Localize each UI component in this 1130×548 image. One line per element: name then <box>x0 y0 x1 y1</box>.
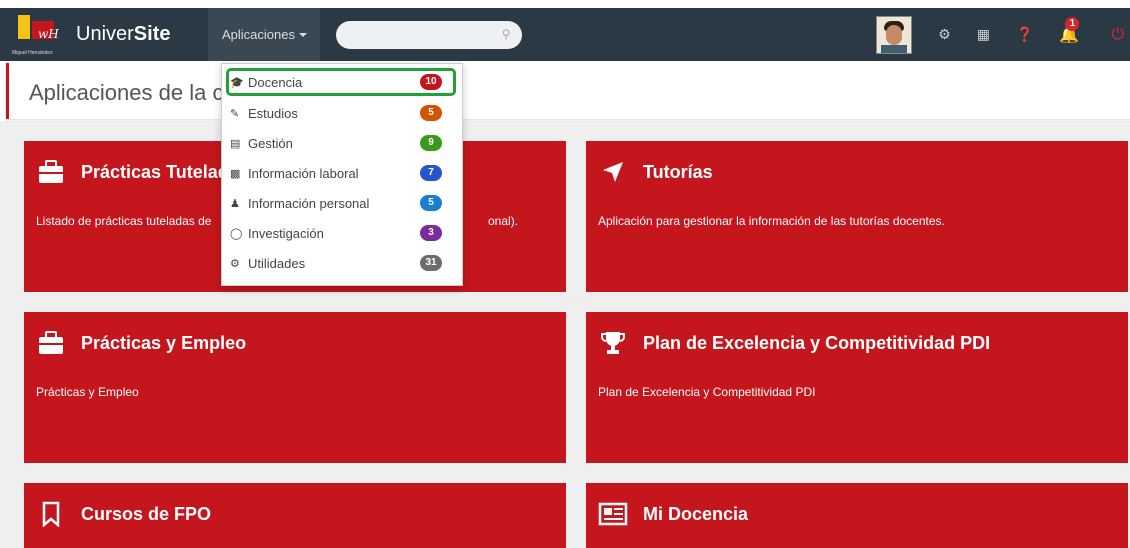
menu-item-docencia[interactable]: 🎓 Docencia 10 <box>230 70 454 94</box>
grid-apps-icon[interactable]: ▦ <box>977 26 990 43</box>
menu-item-label: Estudios <box>248 105 298 121</box>
card-plan-excelencia[interactable]: Plan de Excelencia y Competitividad PDI … <box>586 312 1128 463</box>
paste-icon: ▩ <box>230 167 241 180</box>
briefcase-icon <box>36 329 66 357</box>
menu-item-utilidades[interactable]: ⚙ Utilidades 31 <box>230 251 454 275</box>
card-description: Prácticas y Empleo <box>36 385 139 399</box>
card-title: Prácticas Tutelad <box>81 161 229 182</box>
bookmark-icon <box>36 500 66 528</box>
search-input[interactable] <box>336 20 501 51</box>
card-practicas-empleo[interactable]: Prácticas y Empleo Prácticas y Empleo <box>24 312 566 463</box>
newspaper-icon <box>598 500 628 528</box>
card-title: Mi Docencia <box>643 503 749 524</box>
card-cursos-fpo[interactable]: Cursos de FPO <box>24 483 566 548</box>
card-description: Listado de prácticas tuteladas de onal). <box>36 214 519 228</box>
count-badge: 5 <box>420 195 442 211</box>
trophy-icon <box>598 329 628 357</box>
flask-icon: ◯ <box>230 227 243 240</box>
card-description: Aplicación para gestionar la información… <box>598 214 945 228</box>
count-badge: 9 <box>420 135 442 151</box>
menu-item-investigacion[interactable]: ◯ Investigación 3 <box>230 221 454 245</box>
gear-icon[interactable]: ⚙ <box>938 26 951 43</box>
menu-item-label: Gestión <box>248 135 293 151</box>
university-logo: wH Miguel Hernández <box>10 10 70 59</box>
apps-dropdown-menu: 🎓 Docencia 10 ✎ Estudios 5 ▤ Gestión 9 ▩… <box>221 63 463 286</box>
bar-chart-icon: ▤ <box>230 137 241 150</box>
notification-badge: 1 <box>1065 16 1080 31</box>
menu-item-label: Utilidades <box>248 255 306 271</box>
count-badge: 10 <box>420 74 442 90</box>
cogs-icon: ⚙ <box>230 257 240 270</box>
card-title: Plan de Excelencia y Competitividad PDI <box>643 332 991 353</box>
location-arrow-icon <box>598 158 628 186</box>
card-title: Cursos de FPO <box>81 503 212 524</box>
power-icon[interactable]: ⏻ <box>1111 26 1124 44</box>
card-title: Tutorías <box>643 161 713 182</box>
search-box[interactable]: ⚲ <box>336 20 523 51</box>
page-header: Aplicaciones de la ca <box>6 63 1130 119</box>
logo-caption: Miguel Hernández <box>12 49 53 56</box>
menu-item-label: Investigación <box>248 225 324 241</box>
caret-down-icon <box>298 32 307 37</box>
card-mi-docencia[interactable]: Mi Docencia <box>586 483 1128 548</box>
menu-item-label: Información laboral <box>248 165 359 181</box>
user-avatar[interactable] <box>876 15 913 54</box>
graduation-cap-icon: 🎓 <box>230 76 244 89</box>
card-title: Prácticas y Empleo <box>81 332 247 353</box>
count-badge: 5 <box>420 105 442 121</box>
user-icon: ♟ <box>230 197 240 210</box>
brand-name: UniverSite <box>76 23 171 45</box>
count-badge: 3 <box>420 225 442 241</box>
menu-item-informacion-personal[interactable]: ♟ Información personal 5 <box>230 191 454 215</box>
count-badge: 7 <box>420 165 442 181</box>
edit-icon: ✎ <box>230 107 240 120</box>
briefcase-icon <box>36 158 66 186</box>
menu-item-label: Información personal <box>248 195 370 211</box>
bell-icon[interactable]: 🔔 1 <box>1059 16 1080 45</box>
apps-menu-label: Aplicaciones <box>221 27 295 42</box>
menu-item-gestion[interactable]: ▤ Gestión 9 <box>230 131 454 155</box>
header-actions: ⚙ ▦ ❓ 🔔 1 ⏻ <box>876 8 1130 61</box>
card-description: Plan de Excelencia y Competitividad PDI <box>598 385 816 399</box>
menu-item-informacion-laboral[interactable]: ▩ Información laboral 7 <box>230 161 454 185</box>
help-icon[interactable]: ❓ <box>1016 26 1033 43</box>
card-tutorias[interactable]: Tutorías Aplicación para gestionar la in… <box>586 141 1128 292</box>
top-navbar: wH Miguel Hernández UniverSite Aplicacio… <box>0 8 1130 61</box>
apps-menu-toggle[interactable]: Aplicaciones <box>208 8 321 61</box>
menu-item-estudios[interactable]: ✎ Estudios 5 <box>230 101 454 125</box>
count-badge: 31 <box>420 255 442 271</box>
search-icon[interactable]: ⚲ <box>502 27 511 41</box>
menu-item-label: Docencia <box>248 74 303 90</box>
brand[interactable]: wH Miguel Hernández UniverSite <box>10 8 170 61</box>
page-title: Aplicaciones de la ca <box>29 80 236 105</box>
